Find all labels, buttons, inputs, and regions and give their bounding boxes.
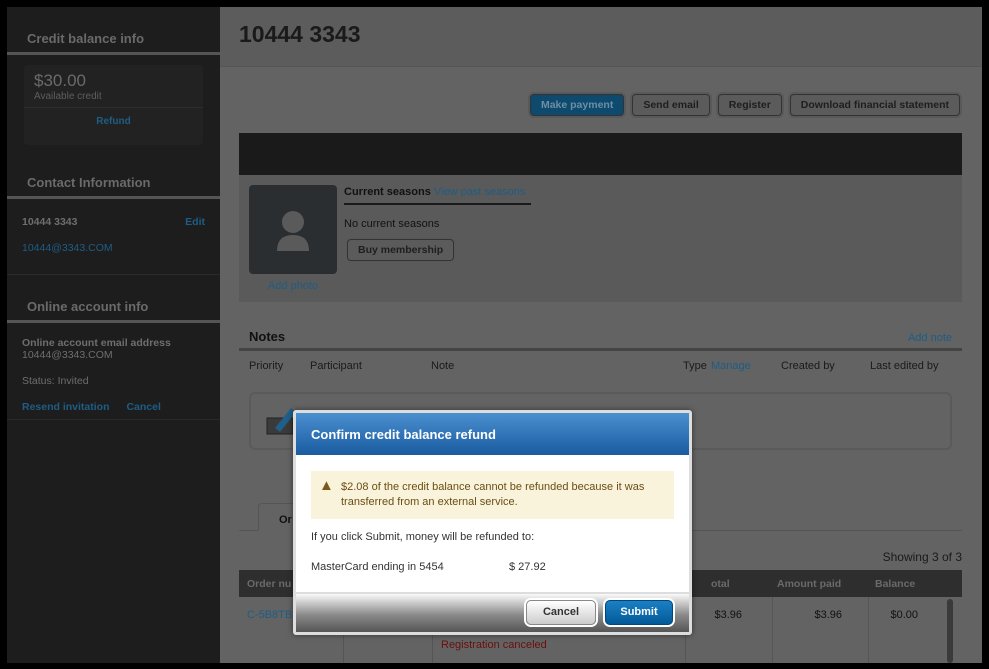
current-seasons-label: Current seasons: [344, 186, 431, 198]
confirm-refund-dialog: Confirm credit balance refund ▲ $2.08 of…: [293, 410, 692, 635]
page-title: 10444 3343: [220, 7, 982, 67]
refund-amount: $ 27.92: [509, 561, 546, 573]
order-status: Registration canceled: [441, 639, 547, 651]
warning-text: $2.08 of the credit balance cannot be re…: [341, 481, 645, 508]
person-icon: [277, 211, 309, 251]
credit-amount: $30.00: [34, 71, 86, 90]
col-priority[interactable]: Priority: [249, 360, 283, 372]
order-balance: $0.00: [890, 609, 918, 621]
col-last-edited-by[interactable]: Last edited by: [870, 360, 939, 372]
online-email-label: Online account email address: [22, 337, 171, 349]
submit-button[interactable]: Submit: [605, 600, 673, 625]
add-photo-link[interactable]: Add photo: [249, 280, 337, 292]
notes-heading: Notes Add note: [239, 327, 962, 351]
buy-membership-button[interactable]: Buy membership: [347, 239, 455, 261]
order-total: $3.96: [714, 609, 742, 621]
table-scrollbar[interactable]: [947, 599, 953, 663]
col-created-by[interactable]: Created by: [781, 360, 835, 372]
resend-invitation-link[interactable]: Resend invitation: [22, 401, 110, 413]
dialog-title: Confirm credit balance refund: [296, 413, 689, 455]
dialog-footer: Cancel Submit: [296, 592, 689, 632]
register-button[interactable]: Register: [717, 94, 782, 116]
refund-info-text: If you click Submit, money will be refun…: [311, 531, 535, 543]
card-label: MasterCard ending in 5454: [311, 561, 444, 573]
make-payment-button[interactable]: Make payment: [529, 94, 625, 116]
col-balance[interactable]: Balance: [875, 578, 915, 590]
profile-section: Add photo Current seasons View past seas…: [239, 175, 962, 302]
col-amount-paid[interactable]: Amount paid: [777, 578, 841, 590]
add-note-link[interactable]: Add note: [908, 332, 952, 344]
order-number-link[interactable]: C-5B8TB: [247, 609, 292, 621]
profile-banner: [239, 133, 962, 175]
view-past-seasons-link[interactable]: View past seasons: [434, 186, 526, 198]
status-text: Status: Invited: [22, 375, 89, 387]
showing-count: Showing 3 of 3: [882, 550, 962, 564]
manage-types-link[interactable]: Manage: [711, 360, 751, 372]
refund-link[interactable]: Refund: [24, 108, 203, 135]
col-note[interactable]: Note: [431, 360, 454, 372]
order-paid: $3.96: [814, 609, 842, 621]
credit-card-panel: $30.00 Available credit Refund: [24, 65, 203, 145]
download-statement-button[interactable]: Download financial statement: [789, 94, 960, 116]
contact-name: 10444 3343: [22, 216, 78, 228]
cancel-invitation-link[interactable]: Cancel: [126, 401, 160, 413]
contact-email-link[interactable]: 10444@3343.COM: [7, 228, 220, 275]
contact-info-heading: Contact Information: [7, 155, 220, 199]
online-email: 10444@3343.COM: [22, 349, 113, 361]
credit-label: Available credit: [24, 91, 203, 108]
online-account-heading: Online account info: [7, 275, 220, 323]
col-participant[interactable]: Participant: [310, 360, 362, 372]
col-type: Type: [683, 360, 707, 372]
col-total[interactable]: otal: [711, 578, 730, 590]
warning-icon: ▲: [319, 477, 334, 494]
sidebar: Credit balance info $30.00 Available cre…: [7, 7, 220, 663]
edit-contact-link[interactable]: Edit: [185, 216, 205, 228]
credit-balance-heading: Credit balance info: [7, 7, 220, 55]
col-order-number[interactable]: Order nu: [247, 578, 291, 590]
no-seasons-text: No current seasons: [344, 218, 440, 230]
send-email-button[interactable]: Send email: [632, 94, 710, 116]
notes-title: Notes: [249, 329, 286, 344]
warning-banner: ▲ $2.08 of the credit balance cannot be …: [311, 471, 674, 519]
cancel-button[interactable]: Cancel: [526, 600, 596, 625]
avatar[interactable]: [249, 185, 337, 274]
